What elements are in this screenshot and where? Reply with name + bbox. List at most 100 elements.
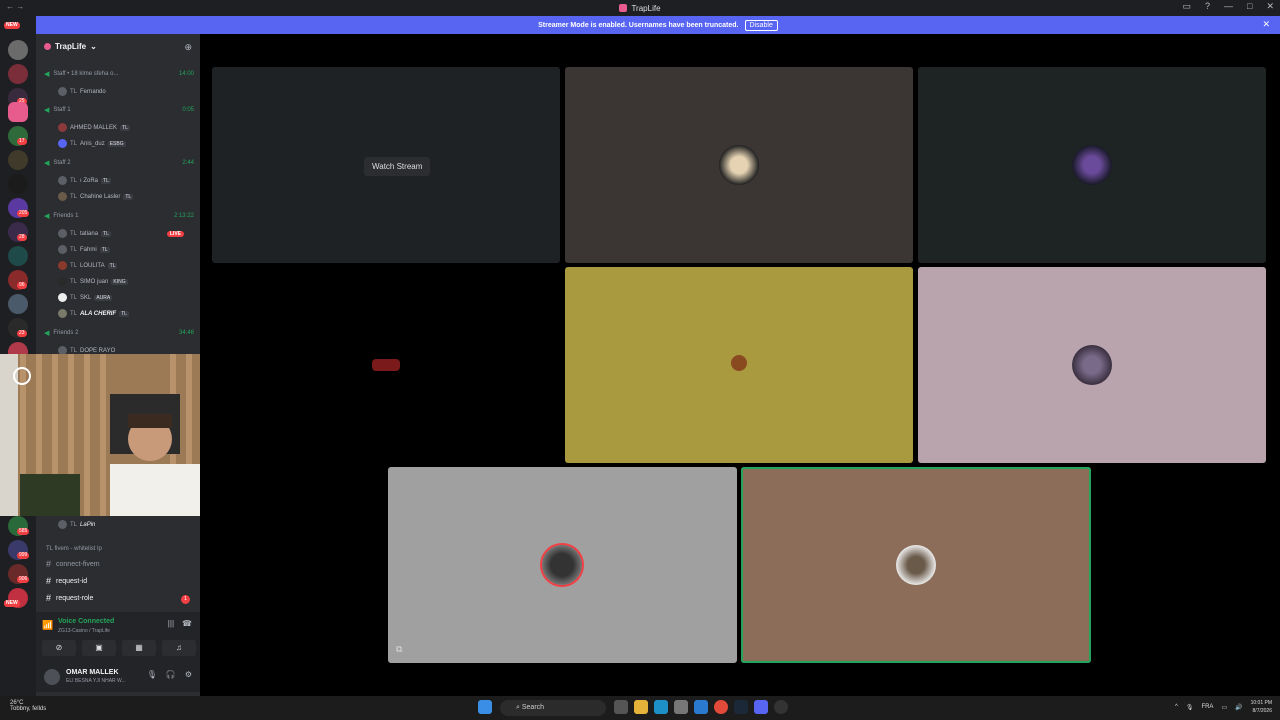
server-icon[interactable]	[8, 174, 28, 194]
server-icon[interactable]	[8, 64, 28, 84]
streamer-mode-banner: Streamer Mode is enabled. Usernames have…	[36, 16, 1280, 34]
language-indicator[interactable]: FRA	[1201, 704, 1213, 710]
back-arrow-icon[interactable]: ← →	[6, 2, 24, 11]
channel-category[interactable]: TL fivem - whitelist lp	[46, 546, 102, 552]
volume-icon[interactable]: 🔊	[1235, 704, 1242, 711]
voice-channel[interactable]: ◀ Staff • 18 klme sfeha o... 14:00	[44, 70, 194, 78]
voice-user[interactable]: TL ı ZoRa TL	[58, 176, 194, 185]
voice-user[interactable]: TL SIMO juan KING	[58, 277, 194, 286]
edge-icon[interactable]	[654, 700, 668, 714]
voice-connected-channel[interactable]: ZG13-Casino / TrapLife	[58, 628, 110, 634]
chrome-icon[interactable]	[714, 700, 728, 714]
voice-user[interactable]: TL ALA CHERIF TL	[58, 309, 194, 318]
participant-tile[interactable]	[565, 267, 913, 463]
microphone-icon[interactable]: 🎙	[147, 670, 157, 679]
voice-user[interactable]: TL LOULITA TL	[58, 261, 194, 270]
participant-tile[interactable]: ⧉	[388, 467, 737, 663]
disable-streamer-button[interactable]: Disable	[744, 19, 778, 31]
voice-connected-title[interactable]: Voice Connected	[58, 618, 114, 625]
minimize-button[interactable]: —	[1224, 1, 1233, 12]
aura-tag: AURA	[94, 294, 113, 301]
voice-channel[interactable]: ◀ Staff 1 0:05	[44, 106, 194, 114]
screen-share-button[interactable]: ▣	[82, 640, 116, 656]
task-view-icon[interactable]	[614, 700, 628, 714]
maximize-button[interactable]: □	[1247, 1, 1252, 12]
file-explorer-icon[interactable]	[634, 700, 648, 714]
server-icon[interactable]	[8, 246, 28, 266]
microphone-icon[interactable]: 🎙	[1186, 704, 1194, 711]
user-panel-name[interactable]: OMAR MALLEK	[66, 669, 119, 676]
participant-tile[interactable]	[918, 267, 1266, 463]
clock[interactable]: 10:01 PM 8/7/2026	[1251, 699, 1272, 715]
voice-channel[interactable]: ◀ Friends 1 2:13:22	[44, 212, 194, 220]
user-name: AHMED MALLEK	[70, 124, 118, 131]
voice-user[interactable]: TL Anis_duz ESBG	[58, 139, 194, 148]
close-window-button[interactable]: ✕	[1266, 1, 1274, 12]
server-icon[interactable]	[8, 150, 28, 170]
user-panel: OMAR MALLEK ELI BESNA YJI NHAR W... 🎙 🎧 ⚙	[36, 662, 200, 692]
store-icon[interactable]	[674, 700, 688, 714]
help-icon[interactable]: ?	[1205, 1, 1210, 12]
weather-desc: Tobbny, fellds	[10, 706, 47, 712]
voice-channel[interactable]: ◀ Staff 2 2:44	[44, 159, 194, 167]
voice-user[interactable]: TL LaPin	[58, 520, 194, 529]
taskbar-search[interactable]: ⌕ Search	[500, 700, 606, 716]
voice-user[interactable]: TL Fahmi TL	[58, 245, 194, 254]
participant-tile[interactable]	[918, 67, 1266, 263]
text-channel[interactable]: # connect-fivem	[46, 559, 100, 569]
text-channel[interactable]: # request-id	[46, 576, 87, 586]
add-member-icon[interactable]: ⊕	[184, 42, 192, 53]
mention-badge: 23	[17, 330, 27, 337]
voice-user[interactable]: TL tatiana TL LIVE	[58, 229, 194, 238]
server-icon-traplife[interactable]	[8, 102, 28, 122]
speaker-icon: ◀	[44, 71, 50, 78]
clock-date: 8/7/2026	[1252, 708, 1272, 714]
server-icon[interactable]	[8, 294, 28, 314]
participant-tile[interactable]	[565, 67, 913, 263]
soundboard-button[interactable]: ♫	[162, 640, 196, 656]
unread-badge: 1	[181, 595, 190, 604]
mention-badge: 585	[17, 528, 30, 535]
watch-stream-button[interactable]: Watch Stream	[364, 157, 431, 176]
text-channel[interactable]: # request-role	[46, 593, 93, 603]
voice-user[interactable]: TL Chahine Lasler TL	[58, 192, 194, 201]
text-channel-name: request-id	[56, 577, 88, 585]
signal-icon: 📶	[42, 620, 54, 630]
server-header[interactable]: TrapLife ⌄	[44, 42, 97, 51]
avatar	[58, 261, 67, 270]
headphones-icon[interactable]: 🎧	[166, 670, 176, 679]
activities-button[interactable]: ▦	[122, 640, 156, 656]
noise-suppression-icon[interactable]: |||	[168, 619, 174, 628]
voice-user[interactable]: TL Fernando	[58, 87, 194, 96]
disconnect-icon[interactable]: ☎	[182, 619, 192, 628]
participant-tile[interactable]	[212, 267, 560, 463]
weather-widget[interactable]: 26°C Tobbny, fellds	[10, 700, 46, 712]
avatar	[58, 192, 67, 201]
voice-user[interactable]: TL SKL AURA	[58, 293, 194, 302]
popout-icon[interactable]: ⧉	[396, 644, 402, 655]
network-icon[interactable]: ▭	[1221, 704, 1227, 711]
voice-channel-name: Friends 2	[53, 330, 79, 336]
esbg-tag: ESBG	[107, 140, 126, 147]
server-icon[interactable]	[8, 40, 28, 60]
close-icon[interactable]: ✕	[1262, 19, 1270, 30]
mention-badge: 96	[17, 282, 27, 289]
obs-icon[interactable]	[774, 700, 788, 714]
settings-gear-icon[interactable]: ⚙	[185, 670, 192, 679]
voice-user[interactable]: AHMED MALLEK TL	[58, 123, 194, 132]
discord-icon[interactable]	[754, 700, 768, 714]
camera-off-button[interactable]: ⊘	[42, 640, 76, 656]
avatar	[58, 520, 67, 529]
window-title-group: TrapLife	[619, 4, 661, 13]
chevron-up-icon[interactable]: ^	[1175, 704, 1178, 710]
user-name: Fernando	[80, 88, 106, 95]
outlook-icon[interactable]	[694, 700, 708, 714]
user-prefix: TL	[70, 140, 78, 147]
participant-tile-speaking[interactable]	[741, 467, 1091, 663]
steam-icon[interactable]	[734, 700, 748, 714]
windows-start-icon[interactable]	[478, 700, 492, 714]
voice-channel[interactable]: ◀ Friends 2 34:46	[44, 329, 194, 337]
stream-tile[interactable]: Watch Stream	[212, 67, 560, 263]
inbox-icon[interactable]: ▭	[1182, 1, 1191, 12]
avatar[interactable]	[44, 669, 60, 685]
